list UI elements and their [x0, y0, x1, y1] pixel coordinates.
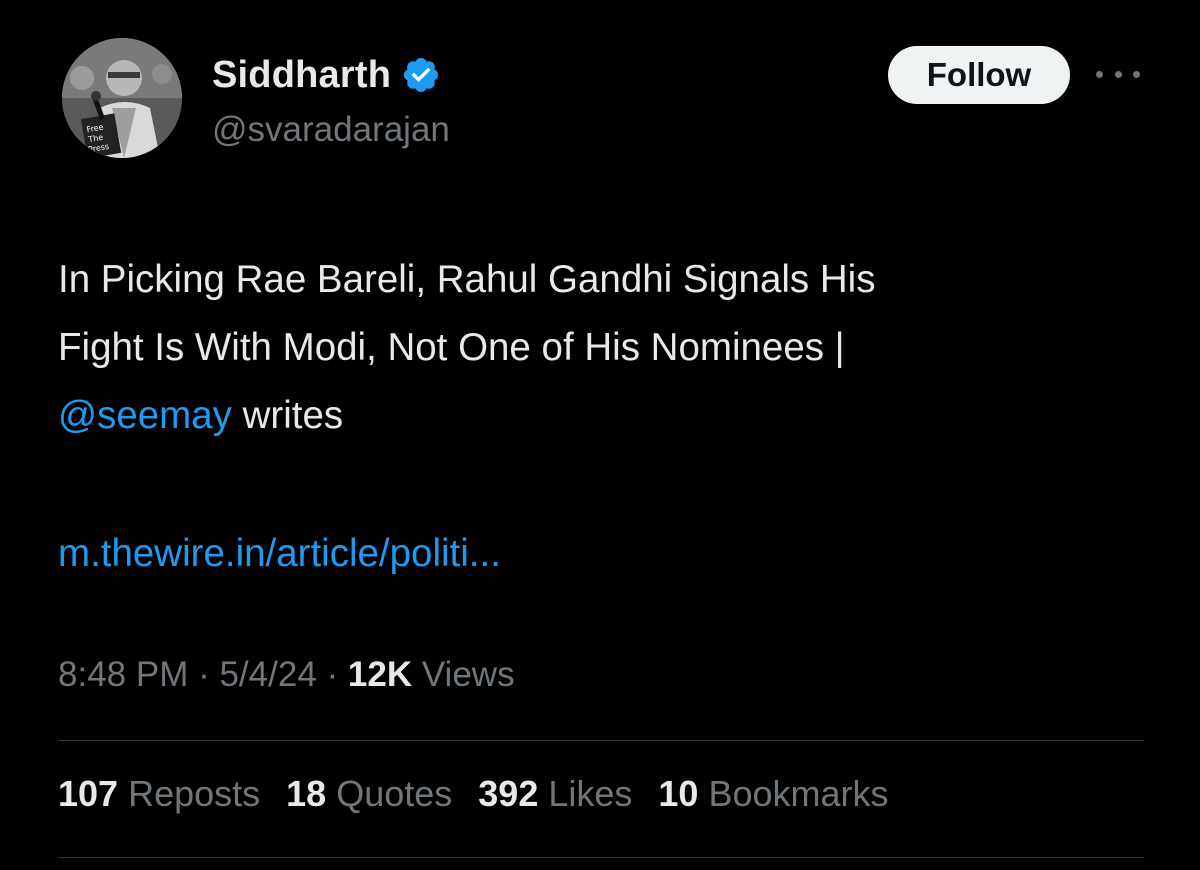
meta-separator: ·	[316, 655, 348, 694]
article-link[interactable]: m.thewire.in/article/politi...	[58, 532, 501, 575]
author-name-row[interactable]: Siddharth	[212, 52, 441, 98]
stat-label: Likes	[548, 773, 633, 814]
engagement-stats: 107 Reposts 18 Quotes 392 Likes 10 Bookmarks	[58, 773, 915, 815]
tweet-card: Free The Press Siddharth @svaradarajan F…	[0, 0, 1200, 870]
verified-badge-icon	[404, 57, 439, 93]
meta-separator: ·	[188, 655, 220, 694]
tweet-text: In Picking Rae Bareli, Rahul Gandhi Sign…	[58, 246, 1158, 450]
divider	[58, 740, 1144, 741]
more-options-icon[interactable]	[1096, 60, 1140, 88]
avatar-photo: Free The Press	[62, 38, 182, 158]
stat-quotes[interactable]: 18 Quotes	[286, 773, 452, 815]
article-link-line: m.thewire.in/article/politi...	[58, 520, 501, 588]
stat-likes[interactable]: 392 Likes	[478, 773, 632, 815]
avatar[interactable]: Free The Press	[62, 38, 182, 158]
tweet-text-line: @seemay writes	[58, 382, 1158, 450]
stat-label: Reposts	[128, 773, 261, 814]
author-handle[interactable]: @svaradarajan	[212, 110, 450, 150]
follow-button[interactable]: Follow	[888, 46, 1070, 104]
stat-label: Bookmarks	[708, 773, 889, 814]
stat-bookmarks[interactable]: 10 Bookmarks	[658, 773, 888, 815]
tweet-text-line: Fight Is With Modi, Not One of His Nomin…	[58, 326, 845, 369]
mention-link[interactable]: @seemay	[58, 394, 232, 437]
tweet-text-line: In Picking Rae Bareli, Rahul Gandhi Sign…	[58, 258, 876, 301]
views-label: Views	[412, 655, 515, 694]
stat-count: 107	[58, 773, 119, 814]
stat-label: Quotes	[336, 773, 453, 814]
author-display-name[interactable]: Siddharth	[212, 54, 391, 97]
stat-count: 10	[658, 773, 699, 814]
views-count: 12K	[347, 655, 413, 694]
divider	[58, 857, 1144, 858]
stat-reposts[interactable]: 107 Reposts	[58, 773, 260, 815]
stat-count: 18	[286, 773, 327, 814]
stat-count: 392	[478, 773, 539, 814]
tweet-text-suffix: writes	[231, 394, 344, 437]
tweet-meta: 8:48 PM · 5/4/24 · 12K Views	[58, 655, 515, 695]
tweet-date[interactable]: 5/4/24	[219, 655, 316, 694]
tweet-time[interactable]: 8:48 PM	[58, 655, 188, 694]
